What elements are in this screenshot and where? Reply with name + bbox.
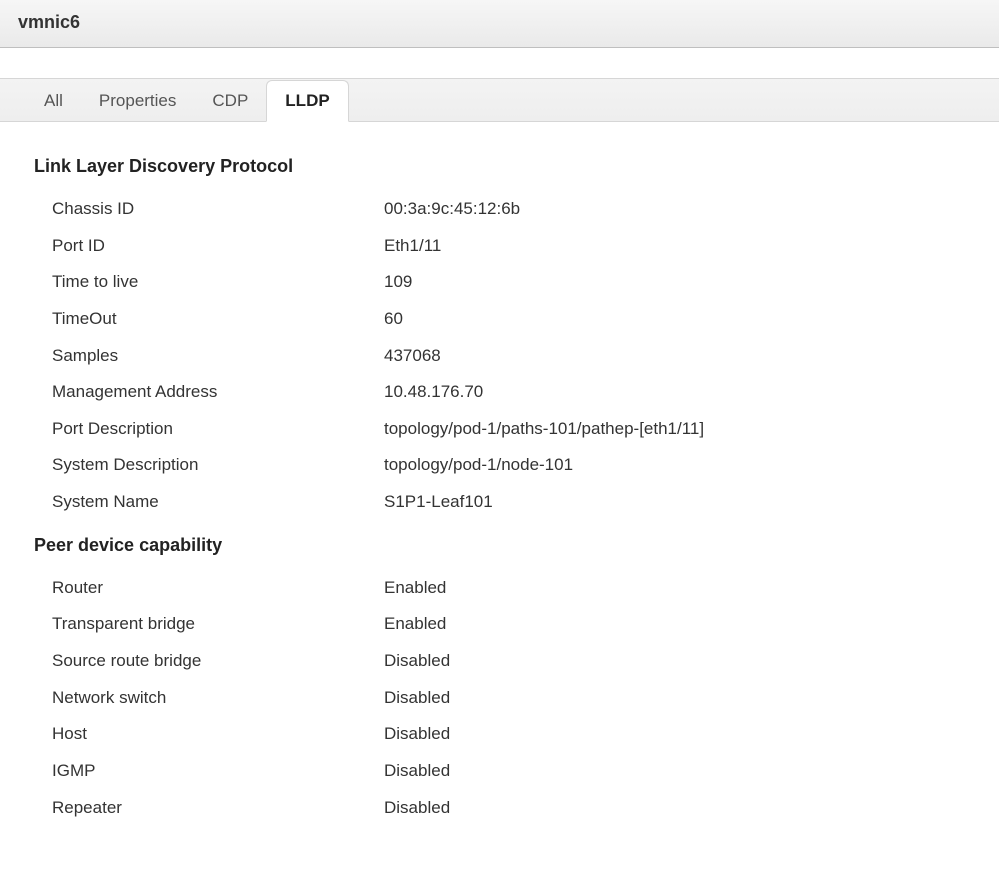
value-host: Disabled bbox=[384, 722, 965, 747]
value-transparent-bridge: Enabled bbox=[384, 612, 965, 637]
row-timeout: TimeOut 60 bbox=[34, 301, 965, 338]
label-port-description: Port Description bbox=[34, 417, 384, 442]
tab-bar: All Properties CDP LLDP bbox=[0, 78, 999, 122]
value-chassis-id: 00:3a:9c:45:12:6b bbox=[384, 197, 965, 222]
value-igmp: Disabled bbox=[384, 759, 965, 784]
row-host: Host Disabled bbox=[34, 716, 965, 753]
row-port-description: Port Description topology/pod-1/paths-10… bbox=[34, 411, 965, 448]
label-system-name: System Name bbox=[34, 490, 384, 515]
row-samples: Samples 437068 bbox=[34, 338, 965, 375]
row-ttl: Time to live 109 bbox=[34, 264, 965, 301]
value-source-route-bridge: Disabled bbox=[384, 649, 965, 674]
value-timeout: 60 bbox=[384, 307, 965, 332]
label-chassis-id: Chassis ID bbox=[34, 197, 384, 222]
tab-lldp[interactable]: LLDP bbox=[266, 80, 348, 122]
value-management-address: 10.48.176.70 bbox=[384, 380, 965, 405]
row-system-description: System Description topology/pod-1/node-1… bbox=[34, 447, 965, 484]
window-header: vmnic6 bbox=[0, 0, 999, 48]
tabs-container: All Properties CDP LLDP bbox=[0, 48, 999, 122]
label-port-id: Port ID bbox=[34, 234, 384, 259]
row-source-route-bridge: Source route bridge Disabled bbox=[34, 643, 965, 680]
value-system-name: S1P1-Leaf101 bbox=[384, 490, 965, 515]
value-repeater: Disabled bbox=[384, 796, 965, 821]
tab-cdp[interactable]: CDP bbox=[194, 81, 266, 121]
row-igmp: IGMP Disabled bbox=[34, 753, 965, 790]
label-timeout: TimeOut bbox=[34, 307, 384, 332]
value-port-description: topology/pod-1/paths-101/pathep-[eth1/11… bbox=[384, 417, 965, 442]
tab-all[interactable]: All bbox=[26, 81, 81, 121]
label-router: Router bbox=[34, 576, 384, 601]
label-ttl: Time to live bbox=[34, 270, 384, 295]
tab-content: Link Layer Discovery Protocol Chassis ID… bbox=[0, 122, 999, 856]
value-port-id: Eth1/11 bbox=[384, 234, 965, 259]
row-network-switch: Network switch Disabled bbox=[34, 680, 965, 717]
lldp-heading: Link Layer Discovery Protocol bbox=[34, 156, 965, 177]
label-repeater: Repeater bbox=[34, 796, 384, 821]
capability-heading: Peer device capability bbox=[34, 535, 965, 556]
label-management-address: Management Address bbox=[34, 380, 384, 405]
value-samples: 437068 bbox=[384, 344, 965, 369]
row-management-address: Management Address 10.48.176.70 bbox=[34, 374, 965, 411]
window-title: vmnic6 bbox=[18, 12, 80, 32]
tab-properties[interactable]: Properties bbox=[81, 81, 194, 121]
value-system-description: topology/pod-1/node-101 bbox=[384, 453, 965, 478]
label-source-route-bridge: Source route bridge bbox=[34, 649, 384, 674]
value-network-switch: Disabled bbox=[384, 686, 965, 711]
label-transparent-bridge: Transparent bridge bbox=[34, 612, 384, 637]
label-samples: Samples bbox=[34, 344, 384, 369]
label-system-description: System Description bbox=[34, 453, 384, 478]
row-port-id: Port ID Eth1/11 bbox=[34, 228, 965, 265]
row-chassis-id: Chassis ID 00:3a:9c:45:12:6b bbox=[34, 191, 965, 228]
row-router: Router Enabled bbox=[34, 570, 965, 607]
label-network-switch: Network switch bbox=[34, 686, 384, 711]
value-ttl: 109 bbox=[384, 270, 965, 295]
row-transparent-bridge: Transparent bridge Enabled bbox=[34, 606, 965, 643]
label-igmp: IGMP bbox=[34, 759, 384, 784]
value-router: Enabled bbox=[384, 576, 965, 601]
label-host: Host bbox=[34, 722, 384, 747]
row-repeater: Repeater Disabled bbox=[34, 790, 965, 827]
row-system-name: System Name S1P1-Leaf101 bbox=[34, 484, 965, 521]
